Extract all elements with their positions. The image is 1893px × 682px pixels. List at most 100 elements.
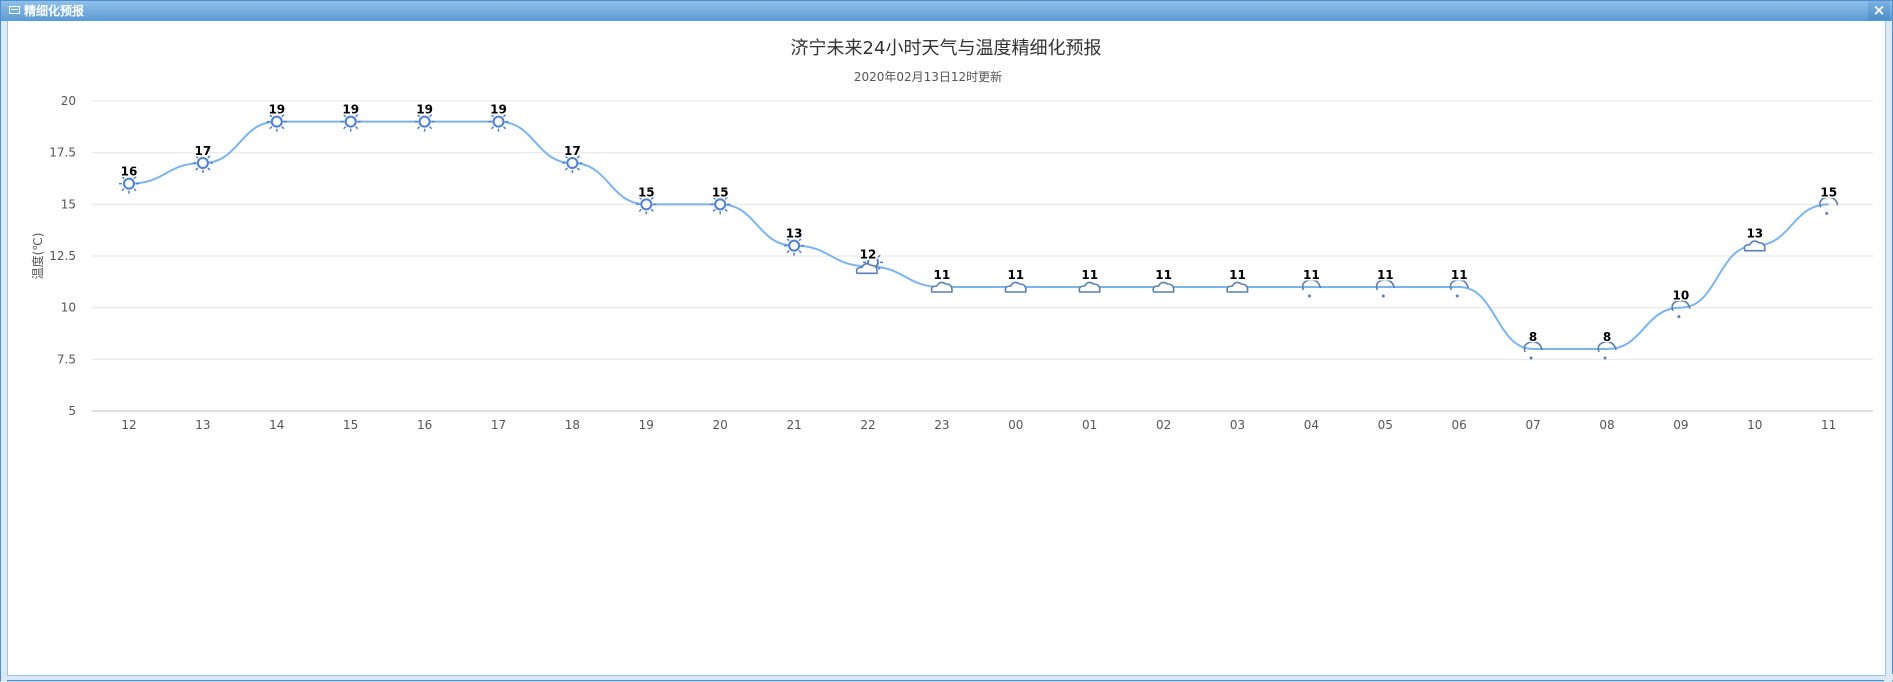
data-label: 11 <box>1229 268 1246 282</box>
cloud-icon <box>1078 281 1101 293</box>
sun-ray <box>121 188 125 192</box>
x-tick-label: 20 <box>713 418 728 432</box>
x-tick-label: 13 <box>195 418 210 432</box>
sun-ray <box>429 126 433 130</box>
weather-point-16 <box>1301 279 1322 298</box>
sun-icon <box>714 198 727 211</box>
sun-ray <box>195 167 199 171</box>
data-label: 19 <box>416 103 433 117</box>
x-tick-label: 00 <box>1008 418 1023 432</box>
x-tick-label: 03 <box>1230 418 1245 432</box>
sun-icon <box>492 115 505 128</box>
cloud-icon <box>1226 281 1249 293</box>
y-tick-label: 10 <box>61 301 76 315</box>
x-tick-label: 11 <box>1821 418 1836 432</box>
weather-point-22 <box>1743 240 1766 252</box>
sun-ray <box>786 250 790 254</box>
data-label: 8 <box>1529 330 1537 344</box>
x-tick-label: 06 <box>1452 418 1467 432</box>
sun-icon <box>788 239 801 252</box>
sun-ray <box>712 208 716 212</box>
x-tick-label: 04 <box>1304 418 1319 432</box>
sun-icon <box>123 177 135 190</box>
x-tick-label: 02 <box>1156 418 1171 432</box>
raindrop-icon <box>1381 294 1385 298</box>
y-tick-label: 17.5 <box>49 146 76 160</box>
sun-ray <box>502 126 507 130</box>
data-label: 17 <box>195 144 212 158</box>
sun-ray <box>490 126 495 130</box>
sun-ray <box>416 126 421 130</box>
weather-point-21 <box>1671 299 1691 319</box>
data-label: 11 <box>1377 268 1394 282</box>
data-label: 11 <box>1081 268 1098 282</box>
weather-point-11 <box>930 281 953 293</box>
x-tick-label: 19 <box>639 418 654 432</box>
x-tick-label: 10 <box>1747 418 1762 432</box>
sun-ray <box>343 126 347 130</box>
sun-ray <box>269 126 273 130</box>
data-label: 15 <box>1820 185 1837 199</box>
raindrop-icon <box>1455 294 1459 298</box>
sun-icon <box>270 115 283 128</box>
x-tick-label: 14 <box>269 418 284 432</box>
data-label: 12 <box>860 247 877 261</box>
sun-ray <box>355 126 359 130</box>
sun-icon <box>640 198 653 211</box>
x-tick-label: 12 <box>121 418 136 432</box>
data-label: 13 <box>786 227 803 241</box>
data-label: 16 <box>121 165 138 179</box>
x-tick-label: 08 <box>1599 418 1614 432</box>
y-tick-label: 20 <box>61 94 76 108</box>
raindrop-icon <box>1677 315 1681 319</box>
weather-point-13 <box>1078 281 1101 293</box>
x-tick-label: 01 <box>1082 418 1097 432</box>
chart-title: 济宁未来24小时天气与温度精细化预报 <box>791 38 1102 59</box>
weather-point-15 <box>1226 281 1249 293</box>
y-axis-title: 温度(℃) <box>30 233 45 280</box>
sun-icon <box>196 157 209 169</box>
sun-icon <box>566 157 579 169</box>
y-tick-label: 15 <box>61 197 76 211</box>
cloud-icon <box>930 281 953 293</box>
data-label: 17 <box>564 144 581 158</box>
x-tick-label: 09 <box>1673 418 1688 432</box>
sun-ray <box>650 208 654 212</box>
raindrop-icon <box>1603 356 1607 360</box>
sun-icon <box>418 115 431 128</box>
chart-subtitle: 2020年02月13日12时更新 <box>854 69 1002 84</box>
temperature-chart: 济宁未来24小时天气与温度精细化预报 2020年02月13日12时更新 温度(℃… <box>30 38 1873 432</box>
data-label: 19 <box>342 103 359 117</box>
cloud-icon <box>1004 281 1027 293</box>
data-label: 11 <box>1007 268 1024 282</box>
raindrop-icon <box>1529 356 1533 360</box>
weather-point-19 <box>1523 341 1543 360</box>
data-label: 11 <box>934 268 951 282</box>
sun-ray <box>576 167 581 171</box>
sun-ray <box>798 250 802 254</box>
weather-point-14 <box>1152 281 1175 293</box>
raindrop-icon <box>1825 211 1829 215</box>
sun-ray <box>638 208 642 212</box>
data-label: 13 <box>1746 227 1763 241</box>
temperature-line <box>128 120 1829 351</box>
sun-ray <box>133 188 137 192</box>
x-tick-label: 18 <box>565 418 580 432</box>
weather-point-12 <box>1004 281 1027 293</box>
sun-icon <box>344 115 357 128</box>
sun-ray <box>724 208 728 212</box>
raindrop-icon <box>1307 294 1311 298</box>
data-label: 19 <box>268 103 285 117</box>
data-label: 11 <box>1155 268 1172 282</box>
x-tick-label: 21 <box>786 418 801 432</box>
y-tick-label: 7.5 <box>57 352 76 366</box>
data-label: 11 <box>1303 268 1320 282</box>
x-tick-label: 22 <box>860 418 875 432</box>
weather-point-17 <box>1375 279 1396 298</box>
sun-ray <box>207 167 211 171</box>
x-tick-label: 15 <box>343 418 358 432</box>
data-label: 8 <box>1603 330 1611 344</box>
data-label: 10 <box>1673 289 1690 303</box>
y-tick-label: 5 <box>68 404 76 418</box>
y-tick-label: 12.5 <box>49 249 76 263</box>
